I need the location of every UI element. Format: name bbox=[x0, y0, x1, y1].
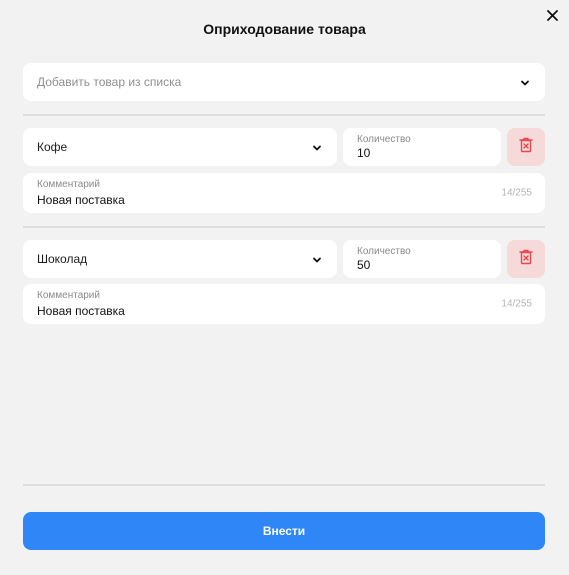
comment-field[interactable]: Комментарий Новая поставка 14/255 bbox=[23, 284, 545, 324]
divider bbox=[23, 226, 545, 228]
trash-icon bbox=[519, 137, 533, 158]
close-icon[interactable] bbox=[544, 7, 560, 23]
delete-item-button[interactable] bbox=[507, 128, 545, 166]
quantity-input[interactable]: Количество 10 bbox=[343, 128, 501, 166]
chevron-down-icon bbox=[311, 141, 323, 153]
quantity-value: 10 bbox=[357, 146, 371, 160]
add-product-placeholder: Добавить товар из списка bbox=[37, 75, 182, 89]
trash-icon bbox=[519, 249, 533, 270]
divider bbox=[23, 484, 545, 486]
product-select[interactable]: Кофе bbox=[23, 128, 337, 166]
divider bbox=[23, 114, 545, 116]
chevron-down-icon bbox=[311, 253, 323, 265]
dialog-title: Оприходование товара bbox=[203, 21, 366, 37]
comment-value: Новая поставка bbox=[37, 193, 125, 207]
comment-field[interactable]: Комментарий Новая поставка 14/255 bbox=[23, 173, 545, 213]
product-name: Шоколад bbox=[37, 252, 88, 266]
chevron-down-icon bbox=[519, 76, 531, 88]
quantity-label: Количество bbox=[357, 246, 411, 257]
comment-value: Новая поставка bbox=[37, 304, 125, 318]
char-counter: 14/255 bbox=[501, 187, 532, 199]
quantity-value: 50 bbox=[357, 258, 371, 272]
submit-button[interactable]: Внести bbox=[23, 512, 545, 550]
quantity-input[interactable]: Количество 50 bbox=[343, 240, 501, 278]
product-name: Кофе bbox=[37, 140, 68, 154]
quantity-label: Количество bbox=[357, 134, 411, 145]
product-select[interactable]: Шоколад bbox=[23, 240, 337, 278]
comment-label: Комментарий bbox=[37, 290, 100, 301]
add-product-select[interactable]: Добавить товар из списка bbox=[23, 63, 545, 101]
write-in-dialog: Оприходование товара Добавить товар из с… bbox=[0, 0, 569, 575]
delete-item-button[interactable] bbox=[507, 240, 545, 278]
comment-label: Комментарий bbox=[37, 179, 100, 190]
char-counter: 14/255 bbox=[501, 298, 532, 310]
